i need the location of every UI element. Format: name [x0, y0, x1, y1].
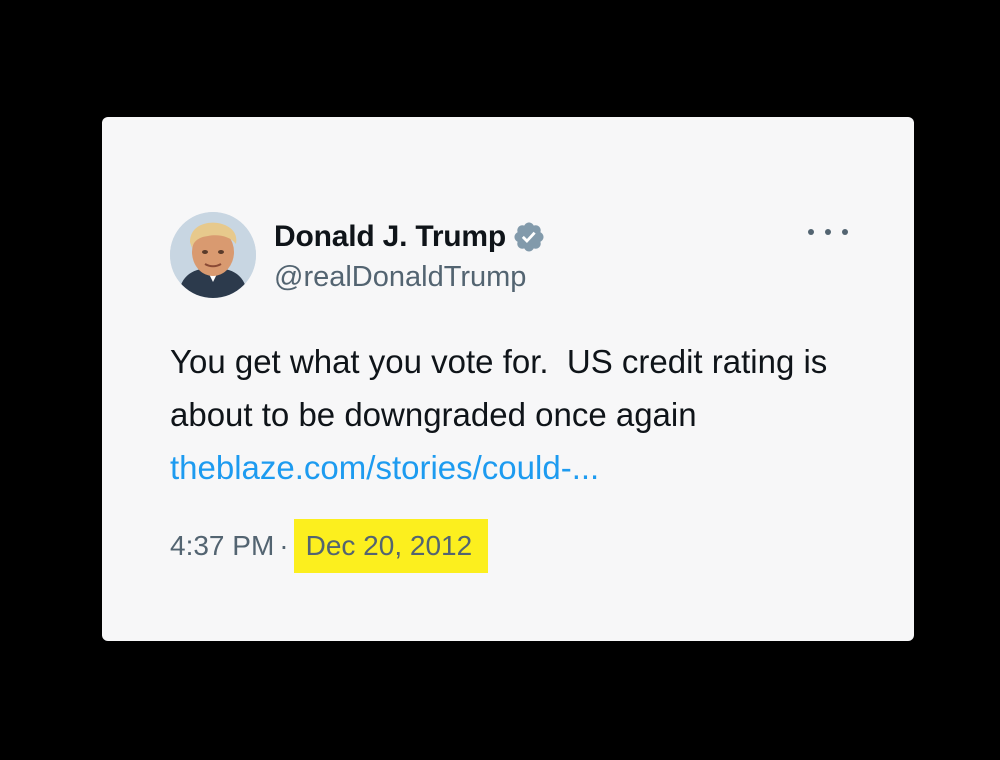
tweet-time[interactable]: 4:37 PM: [170, 530, 274, 562]
user-names: Donald J. Trump @realDonaldTrump: [274, 217, 546, 294]
tweet-card: Donald J. Trump @realDonaldTrump You get…: [102, 117, 914, 641]
tweet-header: Donald J. Trump @realDonaldTrump: [170, 212, 546, 298]
name-row: Donald J. Trump: [274, 217, 546, 257]
display-name[interactable]: Donald J. Trump: [274, 220, 506, 254]
tweet-link[interactable]: theblaze.com/stories/could-...: [170, 449, 599, 486]
more-options-icon[interactable]: [808, 221, 848, 243]
tweet-meta: 4:37 PM · Dec 20, 2012: [170, 519, 489, 573]
verified-badge-icon[interactable]: [512, 220, 546, 254]
meta-separator: ·: [279, 530, 289, 561]
tweet-date[interactable]: Dec 20, 2012: [293, 519, 489, 573]
user-handle[interactable]: @realDonaldTrump: [274, 261, 546, 294]
tweet-body: You get what you vote for. US credit rat…: [170, 335, 860, 494]
tweet-text: You get what you vote for. US credit rat…: [170, 343, 837, 433]
more-dot: [842, 229, 848, 235]
more-dot: [808, 229, 814, 235]
avatar-image: [170, 212, 256, 298]
screenshot-background: Donald J. Trump @realDonaldTrump You get…: [0, 0, 1000, 760]
avatar[interactable]: [170, 212, 256, 298]
more-dot: [825, 229, 831, 235]
